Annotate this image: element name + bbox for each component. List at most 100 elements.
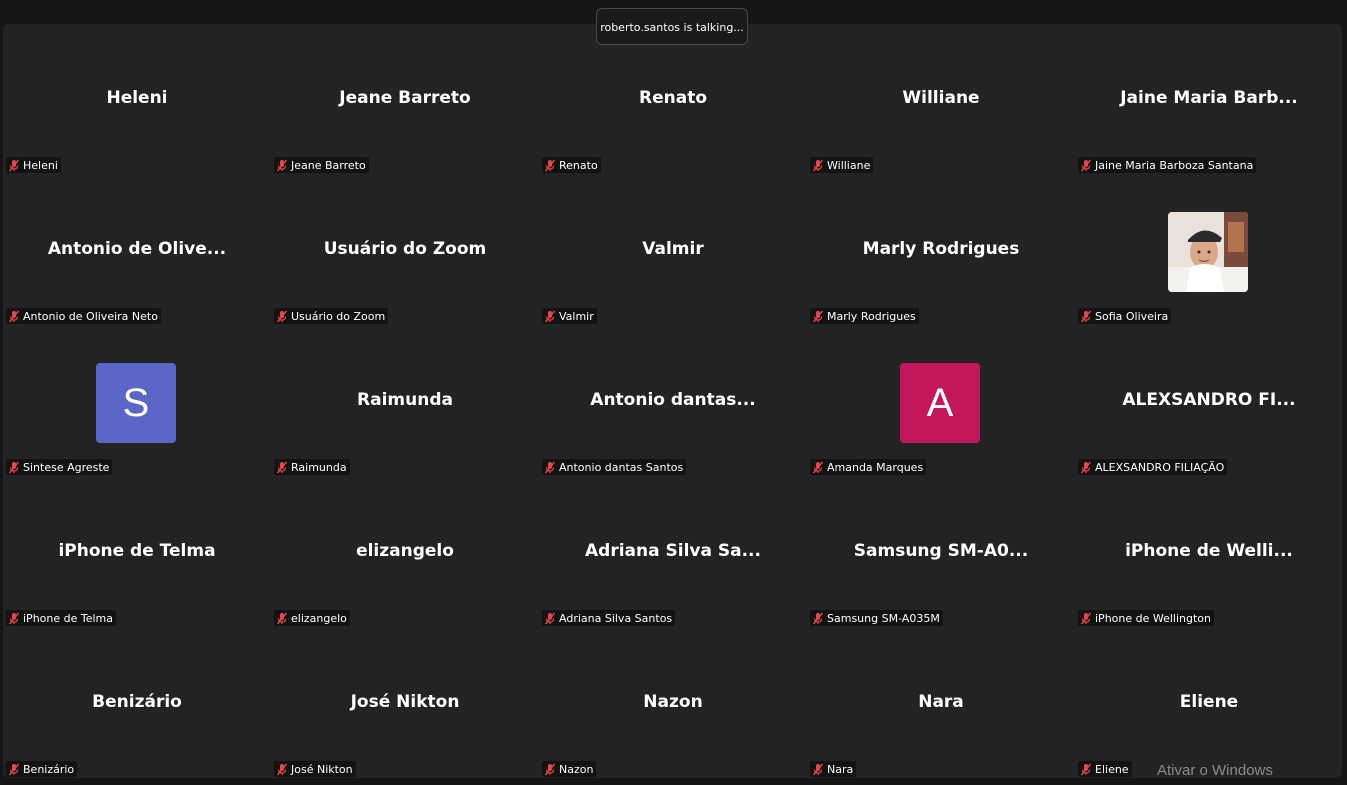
participant-tile[interactable]: Nazon Nazon [539, 628, 807, 779]
participant-display-name: Nara [918, 692, 964, 712]
muted-mic-icon [8, 461, 20, 474]
participant-name-label: Heleni [6, 157, 61, 173]
participant-tile[interactable]: Antonio dantas... Antonio dantas Santos [539, 326, 807, 477]
participant-display-name: Marly Rodrigues [862, 239, 1020, 259]
participant-label-text: Samsung SM-A035M [827, 611, 940, 625]
participant-label-text: Marly Rodrigues [827, 309, 916, 323]
muted-mic-icon [544, 612, 556, 625]
participant-label-text: Sintese Agreste [23, 460, 110, 474]
participant-tile[interactable]: Nara Nara [807, 628, 1075, 779]
participant-name-label: Renato [542, 157, 601, 173]
participant-display-name: Renato [639, 88, 707, 108]
participant-tile[interactable]: Antonio de Olive... Antonio de Oliveira N… [3, 175, 271, 326]
participant-tile[interactable]: Benizário Benizário [3, 628, 271, 779]
participant-tile[interactable]: Sofia Oliveira [1075, 175, 1343, 326]
participant-display-name: Heleni [106, 88, 168, 108]
participant-display-name: Jeane Barreto [339, 88, 471, 108]
muted-mic-icon [276, 763, 288, 776]
participant-label-text: Amanda Marques [827, 460, 924, 474]
participant-avatar: A [900, 363, 980, 443]
participant-label-text: Heleni [23, 158, 58, 172]
participant-tile[interactable]: Williane Williane [807, 24, 1075, 175]
participant-name-label: iPhone de Wellington [1078, 610, 1215, 626]
participant-tile[interactable]: iPhone de Telma iPhone de Telma [3, 477, 271, 628]
participant-name-label: Antonio dantas Santos [542, 459, 687, 475]
participant-display-name: José Nikton [350, 692, 460, 712]
participant-display-name: Nazon [643, 692, 703, 712]
participant-tile[interactable]: iPhone de Welli... iPhone de Wellington [1075, 477, 1343, 628]
participant-tile[interactable]: Samsung SM-A0... Samsung SM-A035M [807, 477, 1075, 628]
muted-mic-icon [1080, 612, 1092, 625]
participant-tile[interactable]: Heleni Heleni [3, 24, 271, 175]
muted-mic-icon [812, 461, 824, 474]
participant-display-name: Williane [902, 88, 980, 108]
participant-name-label: Nazon [542, 761, 597, 777]
participant-label-text: Valmir [559, 309, 594, 323]
participant-name-label: iPhone de Telma [6, 610, 117, 626]
participant-name-label: Nara [810, 761, 857, 777]
participant-name-label: Sintese Agreste [6, 459, 113, 475]
participant-display-name: elizangelo [356, 541, 454, 561]
participant-tile[interactable]: Adriana Silva Sa... Adriana Silva Santos [539, 477, 807, 628]
muted-mic-icon [1080, 310, 1092, 323]
muted-mic-icon [1080, 461, 1092, 474]
participant-display-name: Samsung SM-A0... [853, 541, 1029, 561]
participant-tile[interactable]: Renato Renato [539, 24, 807, 175]
participant-tile[interactable]: Jeane Barreto Jeane Barreto [271, 24, 539, 175]
participant-tile[interactable]: Marly Rodrigues Marly Rodrigues [807, 175, 1075, 326]
muted-mic-icon [276, 612, 288, 625]
participant-name-label: José Nikton [274, 761, 356, 777]
participant-tile[interactable]: Usuário do Zoom Usuário do Zoom [271, 175, 539, 326]
participant-name-label: Antonio de Oliveira Neto [6, 308, 161, 324]
participant-label-text: Usuário do Zoom [291, 309, 386, 323]
participant-display-name: iPhone de Welli... [1125, 541, 1293, 561]
muted-mic-icon [8, 310, 20, 323]
participant-name-label: Sofia Oliveira [1078, 308, 1172, 324]
participant-label-text: Adriana Silva Santos [559, 611, 673, 625]
participant-label-text: Nara [827, 762, 854, 776]
participant-name-label: Jeane Barreto [274, 157, 369, 173]
participant-label-text: iPhone de Wellington [1095, 611, 1212, 625]
participant-label-text: Antonio de Oliveira Neto [23, 309, 158, 323]
participant-tile[interactable]: Valmir Valmir [539, 175, 807, 326]
windows-activation-watermark: Ativar o Windows [1157, 762, 1273, 779]
participant-label-text: Renato [559, 158, 598, 172]
participant-tile[interactable]: Raimunda Raimunda [271, 326, 539, 477]
muted-mic-icon [276, 310, 288, 323]
participant-name-label: elizangelo [274, 610, 350, 626]
participant-photo [1168, 212, 1248, 292]
muted-mic-icon [544, 763, 556, 776]
muted-mic-icon [544, 159, 556, 172]
muted-mic-icon [8, 159, 20, 172]
participant-label-text: Antonio dantas Santos [559, 460, 684, 474]
participant-tile[interactable]: A Amanda Marques [807, 326, 1075, 477]
muted-mic-icon [544, 461, 556, 474]
participant-name-label: Samsung SM-A035M [810, 610, 943, 626]
muted-mic-icon [1080, 763, 1092, 776]
participant-display-name: Adriana Silva Sa... [585, 541, 761, 561]
muted-mic-icon [544, 310, 556, 323]
muted-mic-icon [812, 763, 824, 776]
muted-mic-icon [276, 159, 288, 172]
participant-name-label: Valmir [542, 308, 597, 324]
participant-display-name: Raimunda [357, 390, 453, 410]
participant-label-text: Jaine Maria Barboza Santana [1095, 158, 1254, 172]
participant-label-text: José Nikton [291, 762, 353, 776]
participant-tile[interactable]: José Nikton José Nikton [271, 628, 539, 779]
muted-mic-icon [812, 612, 824, 625]
participant-display-name: Usuário do Zoom [323, 239, 487, 259]
participant-label-text: Nazon [559, 762, 594, 776]
participant-tile[interactable]: Jaine Maria Barb... Jaine Maria Barboza S… [1075, 24, 1343, 175]
participant-name-label: Benizário [6, 761, 78, 777]
participant-label-text: iPhone de Telma [23, 611, 114, 625]
participant-tile[interactable]: ALEXSANDRO FI... ALEXSANDRO FILIAÇÃO [1075, 326, 1343, 477]
participant-name-label: Marly Rodrigues [810, 308, 919, 324]
participant-tile[interactable]: elizangelo elizangelo [271, 477, 539, 628]
participant-display-name: Antonio de Olive... [47, 239, 227, 259]
active-speaker-indicator: roberto.santos is talking... [596, 8, 748, 45]
participant-tile[interactable]: S Sintese Agreste [3, 326, 271, 477]
participant-name-label: Amanda Marques [810, 459, 927, 475]
participant-display-name: Benizário [92, 692, 182, 712]
participant-tile[interactable]: Eliene Eliene [1075, 628, 1343, 779]
participant-display-name: Eliene [1179, 692, 1239, 712]
